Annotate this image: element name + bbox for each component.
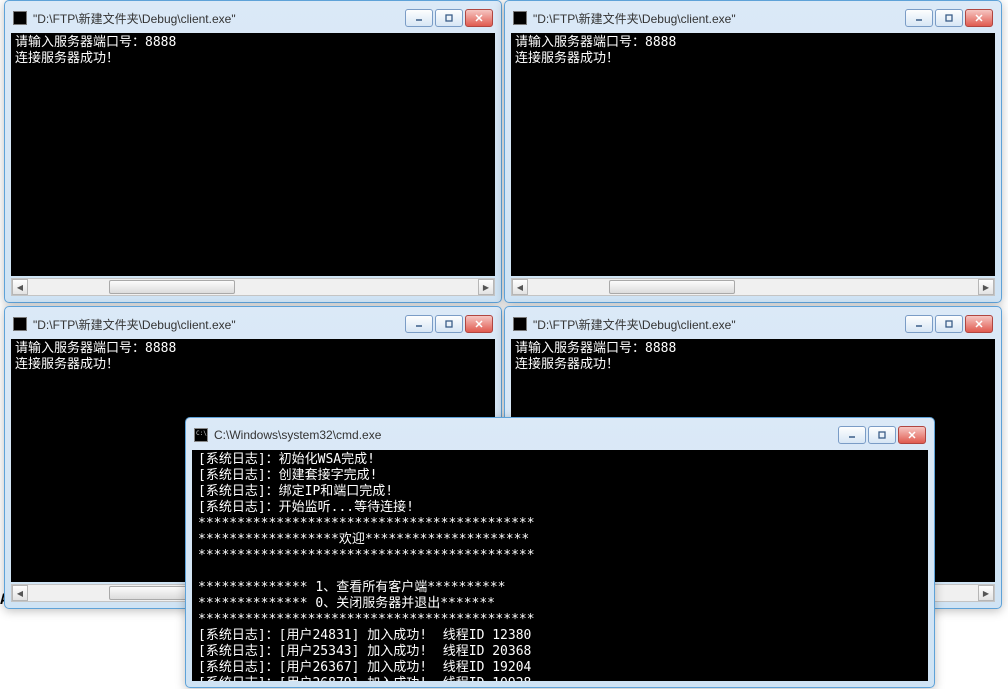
scroll-thumb[interactable] [109,280,235,294]
window-controls [905,9,993,27]
console-output: 请输入服务器端口号：8888 连接服务器成功！ [11,33,495,276]
console-output: 请输入服务器端口号：8888 连接服务器成功！ [511,33,995,276]
window-title: "D:\FTP\新建文件夹\Debug\client.exe" [533,316,736,333]
window-controls [405,9,493,27]
scroll-left-button[interactable]: ◀ [12,585,28,601]
close-button[interactable] [965,9,993,27]
window-title: "D:\FTP\新建文件夹\Debug\client.exe" [533,10,736,27]
client-window-1[interactable]: "D:\FTP\新建文件夹\Debug\client.exe" 请输入服务器端口… [4,0,502,303]
maximize-button[interactable] [435,9,463,27]
scroll-thumb[interactable] [609,280,735,294]
scroll-track[interactable] [28,279,478,295]
window-controls [838,426,926,444]
app-icon [13,317,27,331]
maximize-button[interactable] [935,315,963,333]
minimize-button[interactable] [905,9,933,27]
maximize-button[interactable] [935,9,963,27]
minimize-button[interactable] [405,315,433,333]
cmd-window[interactable]: C:\Windows\system32\cmd.exe [系统日志]：初始化WS… [185,417,935,688]
close-button[interactable] [898,426,926,444]
scroll-right-button[interactable]: ▶ [978,585,994,601]
titlebar[interactable]: C:\Windows\system32\cmd.exe [192,424,928,450]
scroll-track[interactable] [528,279,978,295]
minimize-button[interactable] [838,426,866,444]
app-icon [513,317,527,331]
client-window-2[interactable]: "D:\FTP\新建文件夹\Debug\client.exe" 请输入服务器端口… [504,0,1002,303]
titlebar[interactable]: "D:\FTP\新建文件夹\Debug\client.exe" [511,313,995,339]
scroll-left-button[interactable]: ◀ [12,279,28,295]
maximize-button[interactable] [435,315,463,333]
minimize-button[interactable] [905,315,933,333]
window-title: "D:\FTP\新建文件夹\Debug\client.exe" [33,10,236,27]
window-title: C:\Windows\system32\cmd.exe [214,428,381,442]
minimize-button[interactable] [405,9,433,27]
console-output: [系统日志]：初始化WSA完成! [系统日志]：创建套接字完成! [系统日志]：… [192,450,928,681]
app-icon [513,11,527,25]
horizontal-scrollbar[interactable]: ◀ ▶ [11,278,495,296]
close-button[interactable] [465,9,493,27]
window-title: "D:\FTP\新建文件夹\Debug\client.exe" [33,316,236,333]
close-button[interactable] [465,315,493,333]
scroll-right-button[interactable]: ▶ [978,279,994,295]
titlebar[interactable]: "D:\FTP\新建文件夹\Debug\client.exe" [511,7,995,33]
titlebar[interactable]: "D:\FTP\新建文件夹\Debug\client.exe" [11,7,495,33]
close-button[interactable] [965,315,993,333]
horizontal-scrollbar[interactable]: ◀ ▶ [511,278,995,296]
window-controls [905,315,993,333]
titlebar[interactable]: "D:\FTP\新建文件夹\Debug\client.exe" [11,313,495,339]
cmd-icon [194,428,208,442]
scroll-right-button[interactable]: ▶ [478,279,494,295]
window-controls [405,315,493,333]
scroll-left-button[interactable]: ◀ [512,279,528,295]
app-icon [13,11,27,25]
maximize-button[interactable] [868,426,896,444]
